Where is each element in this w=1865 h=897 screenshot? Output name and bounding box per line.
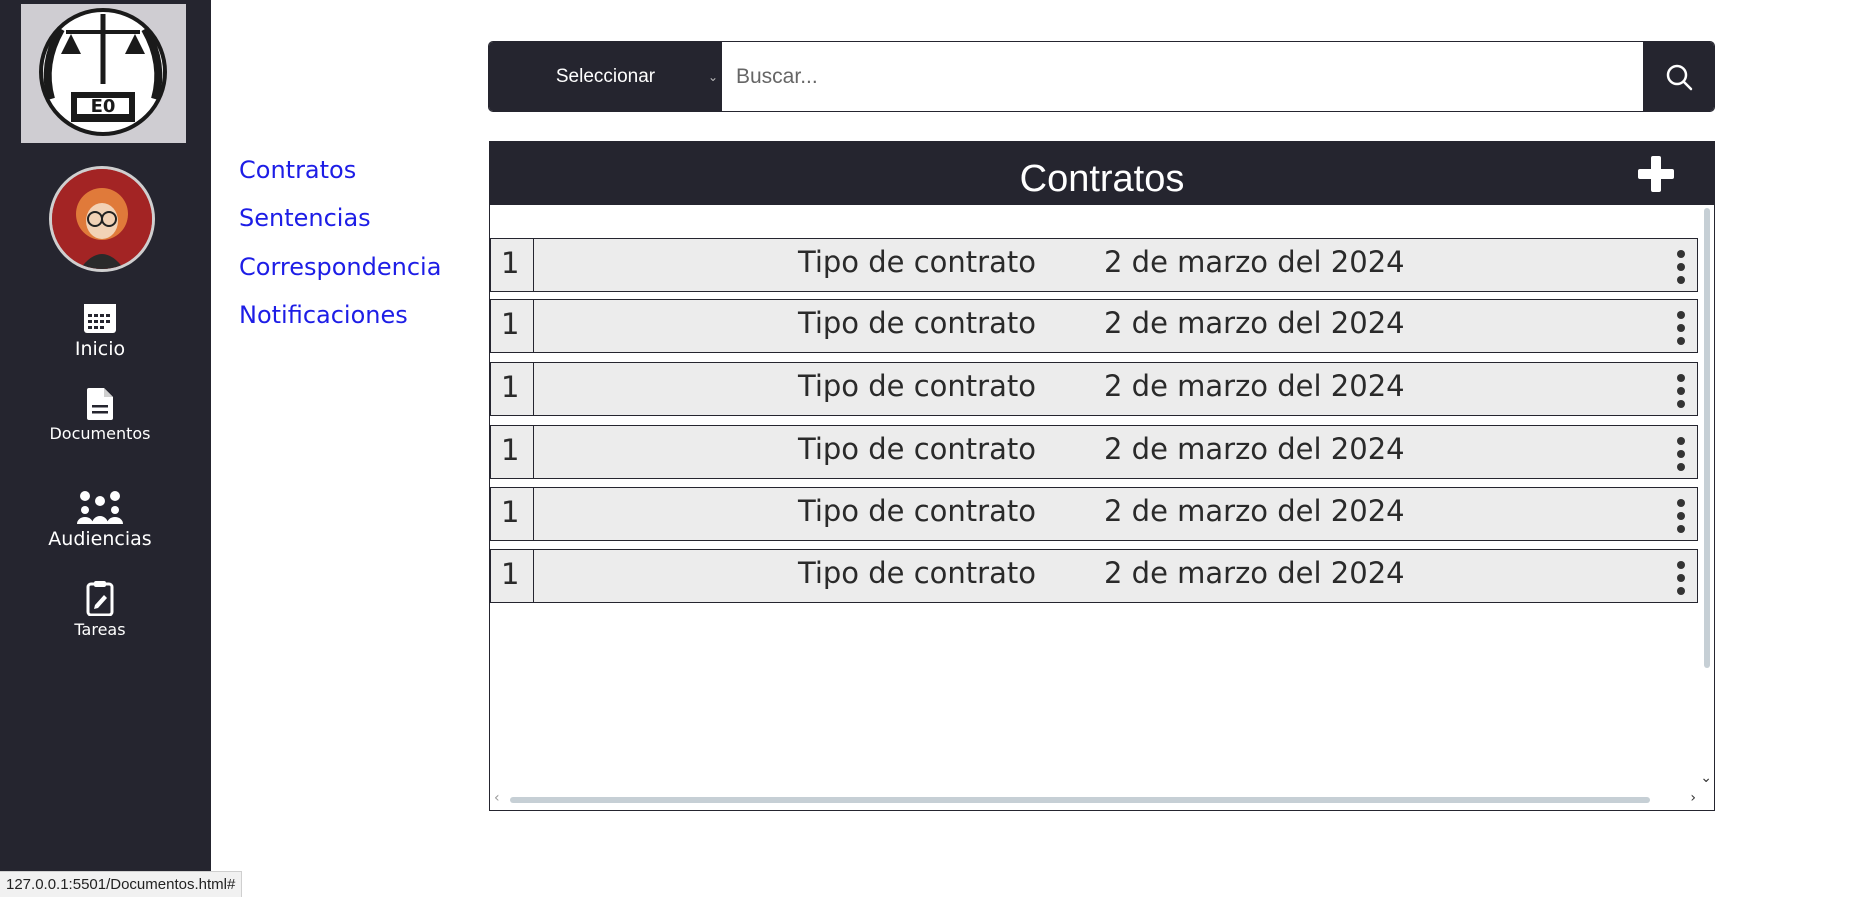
table-row[interactable]: 1 Tipo de contrato 2 de marzo del 2024 [490,362,1698,416]
table-row[interactable]: 1 Tipo de contrato 2 de marzo del 2024 [490,299,1698,353]
row-number: 1 [491,363,534,415]
sidebar-item-documentos[interactable]: Documentos [0,388,200,443]
row-date: 2 de marzo del 2024 [1104,245,1405,279]
subnav-link-contratos[interactable]: Contratos [239,156,356,184]
sidebar-item-inicio[interactable]: Inicio [0,300,200,360]
sidebar: E0 Inicio Documentos Audiencias Tareas [0,0,211,896]
scroll-down-icon[interactable]: ⌄ [1700,770,1712,786]
add-icon[interactable] [1636,154,1676,194]
chevron-down-icon: ⌄ [707,70,718,84]
category-select[interactable]: Seleccionar ⌄ [489,42,722,111]
sidebar-item-label: Audiencias [48,528,152,550]
subnav-link-correspondencia[interactable]: Correspondencia [239,253,441,281]
table-row[interactable]: 1 Tipo de contrato 2 de marzo del 2024 [490,549,1698,603]
sidebar-item-audiencias[interactable]: Audiencias [0,488,200,550]
row-number: 1 [491,300,534,352]
horizontal-scrollbar[interactable] [510,797,1650,803]
more-options-icon[interactable] [1675,249,1687,285]
row-number: 1 [491,488,534,540]
sidebar-item-label: Inicio [74,338,126,360]
avatar[interactable] [52,169,152,269]
row-number: 1 [491,239,534,291]
row-type: Tipo de contrato [798,556,1036,590]
svg-text:E0: E0 [91,96,116,117]
more-options-icon[interactable] [1675,310,1687,346]
calendar-icon [84,304,116,333]
table-row[interactable]: 1 Tipo de contrato 2 de marzo del 2024 [490,487,1698,541]
row-number: 1 [491,550,534,602]
more-options-icon[interactable] [1675,436,1687,472]
document-icon [87,388,113,420]
select-label: Seleccionar [555,65,656,87]
search-bar: Seleccionar ⌄ [488,41,1715,112]
row-number: 1 [491,426,534,478]
row-type: Tipo de contrato [798,245,1036,279]
panel-header: Contratos [490,142,1714,205]
scroll-left-icon[interactable]: ‹ [494,790,500,806]
panel-title: Contratos [1019,158,1185,200]
sidebar-item-tareas[interactable]: Tareas [0,580,200,639]
sidebar-item-label: Tareas [74,620,126,639]
table-row[interactable]: 1 Tipo de contrato 2 de marzo del 2024 [490,425,1698,479]
scroll-right-icon[interactable]: › [1690,790,1696,806]
row-date: 2 de marzo del 2024 [1104,494,1405,528]
clipboard-icon [86,581,114,616]
vertical-scrollbar[interactable] [1704,208,1710,668]
sidebar-item-label: Documentos [49,424,151,443]
more-options-icon[interactable] [1675,373,1687,409]
status-bar-url: 127.0.0.1:5501/Documentos.html# [0,871,243,897]
row-type: Tipo de contrato [798,494,1036,528]
row-date: 2 de marzo del 2024 [1104,556,1405,590]
people-icon [77,491,123,524]
row-type: Tipo de contrato [798,369,1036,403]
more-options-icon[interactable] [1675,560,1687,596]
more-options-icon[interactable] [1675,498,1687,534]
subnav-link-notificaciones[interactable]: Notificaciones [239,301,408,329]
search-button[interactable] [1643,42,1714,111]
search-icon [1666,64,1692,90]
contracts-panel: Contratos 1 Tipo de contrato 2 de marzo … [489,141,1715,811]
row-type: Tipo de contrato [798,306,1036,340]
table-row[interactable]: 1 Tipo de contrato 2 de marzo del 2024 [490,238,1698,292]
subnav-link-sentencias[interactable]: Sentencias [239,204,371,232]
row-date: 2 de marzo del 2024 [1104,369,1405,403]
row-date: 2 de marzo del 2024 [1104,432,1405,466]
search-input[interactable] [722,42,1643,111]
row-type: Tipo de contrato [798,432,1036,466]
logo: E0 [21,4,186,143]
row-date: 2 de marzo del 2024 [1104,306,1405,340]
